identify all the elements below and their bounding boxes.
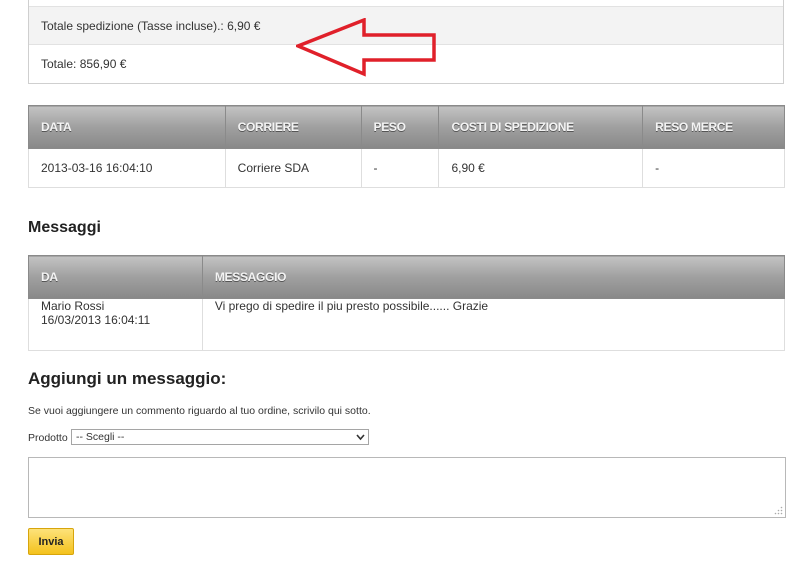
shipping-table: DATA CORRIERE PESO COSTI DI SPEDIZIONE R…	[28, 105, 785, 188]
cell-weight: -	[360, 148, 440, 188]
col-header-messaggio: MESSAGGIO	[201, 255, 786, 299]
table-row: 2013-03-16 16:04:10 Corriere SDA - 6,90 …	[28, 148, 785, 188]
message-text: Vi prego di spedire il piu presto possib…	[201, 298, 786, 351]
red-arrow-annotation	[296, 18, 436, 77]
shipping-table-header: DATA CORRIERE PESO COSTI DI SPEDIZIONE R…	[28, 105, 785, 149]
grand-total-text: Totale: 856,90 €	[41, 57, 127, 71]
table-row: Mario Rossi 16/03/2013 16:04:11 Vi prego…	[28, 298, 786, 351]
cell-carrier: Corriere SDA	[224, 148, 362, 188]
cell-shipping-cost: 6,90 €	[438, 148, 644, 188]
col-header-reso: RESO MERCE	[642, 105, 785, 149]
col-header-peso: PESO	[360, 105, 440, 149]
product-select-value: -- Scegli --	[76, 431, 125, 443]
sender-name: Mario Rossi	[41, 299, 105, 313]
cell-date: 2013-03-16 16:04:10	[28, 148, 226, 188]
resize-grip-icon[interactable]	[773, 505, 783, 515]
add-message-hint: Se vuoi aggiungere un commento riguardo …	[28, 405, 371, 417]
col-header-data: DATA	[28, 105, 226, 149]
chevron-down-icon	[356, 434, 365, 441]
message-sender: Mario Rossi 16/03/2013 16:04:11	[28, 298, 203, 351]
submit-button[interactable]: Invia	[28, 528, 74, 555]
sender-date: 16/03/2013 16:04:11	[41, 313, 151, 327]
product-label: Prodotto	[28, 432, 68, 444]
col-header-da: DA	[28, 255, 203, 299]
messages-table: DA MESSAGGIO Mario Rossi 16/03/2013 16:0…	[28, 255, 786, 351]
cell-return: -	[642, 148, 785, 188]
messages-title: Messaggi	[28, 219, 101, 236]
message-textarea[interactable]	[28, 457, 786, 518]
add-message-title: Aggiungi un messaggio:	[28, 369, 227, 388]
col-header-corriere: CORRIERE	[224, 105, 362, 149]
messages-table-header: DA MESSAGGIO	[28, 255, 786, 299]
col-header-costi: COSTI DI SPEDIZIONE	[438, 105, 644, 149]
shipping-total-text: Totale spedizione (Tasse incluse).: 6,90…	[41, 18, 261, 33]
product-select[interactable]: -- Scegli --	[71, 429, 369, 445]
